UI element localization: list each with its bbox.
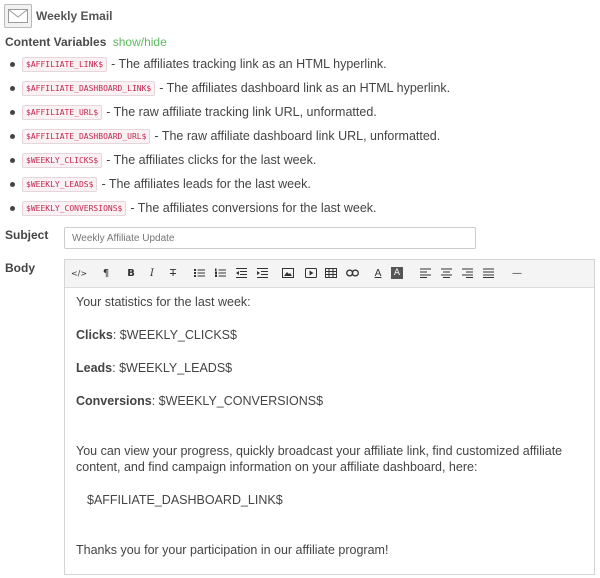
list-item: $WEEKLY_CONVERSIONS$ - The affiliates con… (10, 196, 592, 220)
variable-code: $WEEKLY_CONVERSIONS$ (22, 200, 127, 216)
progress-text: You can view your progress, quickly broa… (76, 443, 563, 475)
editor-content[interactable]: Your statistics for the last week: Click… (65, 288, 594, 558)
envelope-icon (4, 4, 32, 28)
content-variables-heading: Content Variables show/hide (5, 35, 167, 49)
body-editor: </> ¶ B I T A A — Your statistics for th… (64, 259, 595, 575)
list-item: $AFFILIATE_URL$ - The raw affiliate track… (10, 100, 592, 124)
variable-code: $AFFILIATE_LINK$ (22, 56, 108, 72)
paragraph-button[interactable]: ¶ (98, 265, 114, 281)
unordered-list-icon (193, 269, 205, 277)
leads-label: Leads (76, 361, 113, 375)
align-center-button[interactable] (438, 265, 454, 281)
section-header: Weekly Email (4, 3, 113, 29)
list-item: $AFFILIATE_LINK$ - The affiliates trackin… (10, 52, 592, 76)
clicks-value: : $WEEKLY_CLICKS$ (112, 328, 237, 342)
clicks-line: Clicks: $WEEKLY_CLICKS$ (76, 327, 583, 344)
back-color-button[interactable]: A (391, 267, 403, 279)
justify-button[interactable] (480, 265, 496, 281)
align-center-icon (440, 268, 452, 278)
thanks-text: Thanks you for your participation in our… (76, 542, 389, 557)
conversions-label: Conversions (76, 394, 152, 408)
variable-description: - The affiliates clicks for the last wee… (106, 153, 317, 167)
strikethrough-button[interactable]: T (165, 265, 181, 281)
html-source-button[interactable]: </> (69, 265, 89, 281)
variable-code: $AFFILIATE_DASHBOARD_LINK$ (22, 80, 156, 96)
variable-code: $AFFILIATE_DASHBOARD_URL$ (22, 128, 151, 144)
insert-image-button[interactable] (280, 265, 296, 281)
outdent-button[interactable] (233, 265, 249, 281)
variable-code: $AFFILIATE_URL$ (22, 104, 103, 120)
align-right-button[interactable] (459, 265, 475, 281)
page-title: Weekly Email (36, 9, 113, 23)
indent-icon (256, 268, 268, 278)
video-icon (305, 268, 317, 278)
editor-toolbar: </> ¶ B I T A A — (65, 260, 594, 288)
list-item: $AFFILIATE_DASHBOARD_URL$ - The raw affil… (10, 124, 592, 148)
indent-button[interactable] (254, 265, 270, 281)
ordered-list-icon (214, 268, 226, 277)
image-icon (282, 268, 294, 278)
list-item: $WEEKLY_CLICKS$ - The affiliates clicks f… (10, 148, 592, 172)
variable-code: $WEEKLY_CLICKS$ (22, 152, 103, 168)
ordered-list-button[interactable] (212, 265, 228, 281)
link-icon (345, 269, 359, 277)
body-label: Body (5, 261, 35, 275)
table-icon (325, 268, 337, 278)
conversions-line: Conversions: $WEEKLY_CONVERSIONS$ (76, 393, 583, 410)
italic-button[interactable]: I (144, 265, 160, 281)
insert-link-button[interactable] (344, 265, 360, 281)
font-color-button[interactable]: A (370, 265, 386, 281)
variable-description: - The affiliates leads for the last week… (101, 177, 311, 191)
clicks-label: Clicks (76, 328, 113, 342)
align-left-button[interactable] (417, 265, 433, 281)
unordered-list-button[interactable] (191, 265, 207, 281)
align-right-icon (461, 268, 473, 278)
show-hide-toggle[interactable]: show/hide (113, 35, 167, 49)
horizontal-rule-button[interactable]: — (507, 265, 527, 281)
insert-video-button[interactable] (303, 265, 319, 281)
leads-line: Leads: $WEEKLY_LEADS$ (76, 360, 583, 377)
outdent-icon (235, 268, 247, 278)
list-item: $WEEKLY_LEADS$ - The affiliates leads for… (10, 172, 592, 196)
align-left-icon (419, 268, 431, 278)
variable-code: $WEEKLY_LEADS$ (22, 176, 98, 192)
dashboard-link-text: $AFFILIATE_DASHBOARD_LINK$ (87, 493, 283, 507)
intro-text: Your statistics for the last week: (76, 295, 251, 309)
conversions-value: : $WEEKLY_CONVERSIONS$ (151, 394, 324, 408)
leads-value: : $WEEKLY_LEADS$ (112, 361, 233, 375)
bold-button[interactable]: B (123, 265, 139, 281)
variable-description: - The affiliates dashboard link as an HT… (159, 81, 451, 95)
content-variables-label: Content Variables (5, 35, 107, 49)
justify-icon (482, 268, 494, 278)
variable-description: - The raw affiliate dashboard link URL, … (154, 129, 441, 143)
list-item: $AFFILIATE_DASHBOARD_LINK$ - The affiliat… (10, 76, 592, 100)
subject-label: Subject (5, 228, 49, 242)
content-variables-list: $AFFILIATE_LINK$ - The affiliates trackin… (0, 52, 592, 220)
variable-description: - The affiliates conversions for the las… (130, 201, 377, 215)
subject-input[interactable] (64, 227, 476, 249)
variable-description: - The raw affiliate tracking link URL, u… (106, 105, 377, 119)
variable-description: - The affiliates tracking link as an HTM… (111, 57, 387, 71)
insert-table-button[interactable] (323, 265, 339, 281)
